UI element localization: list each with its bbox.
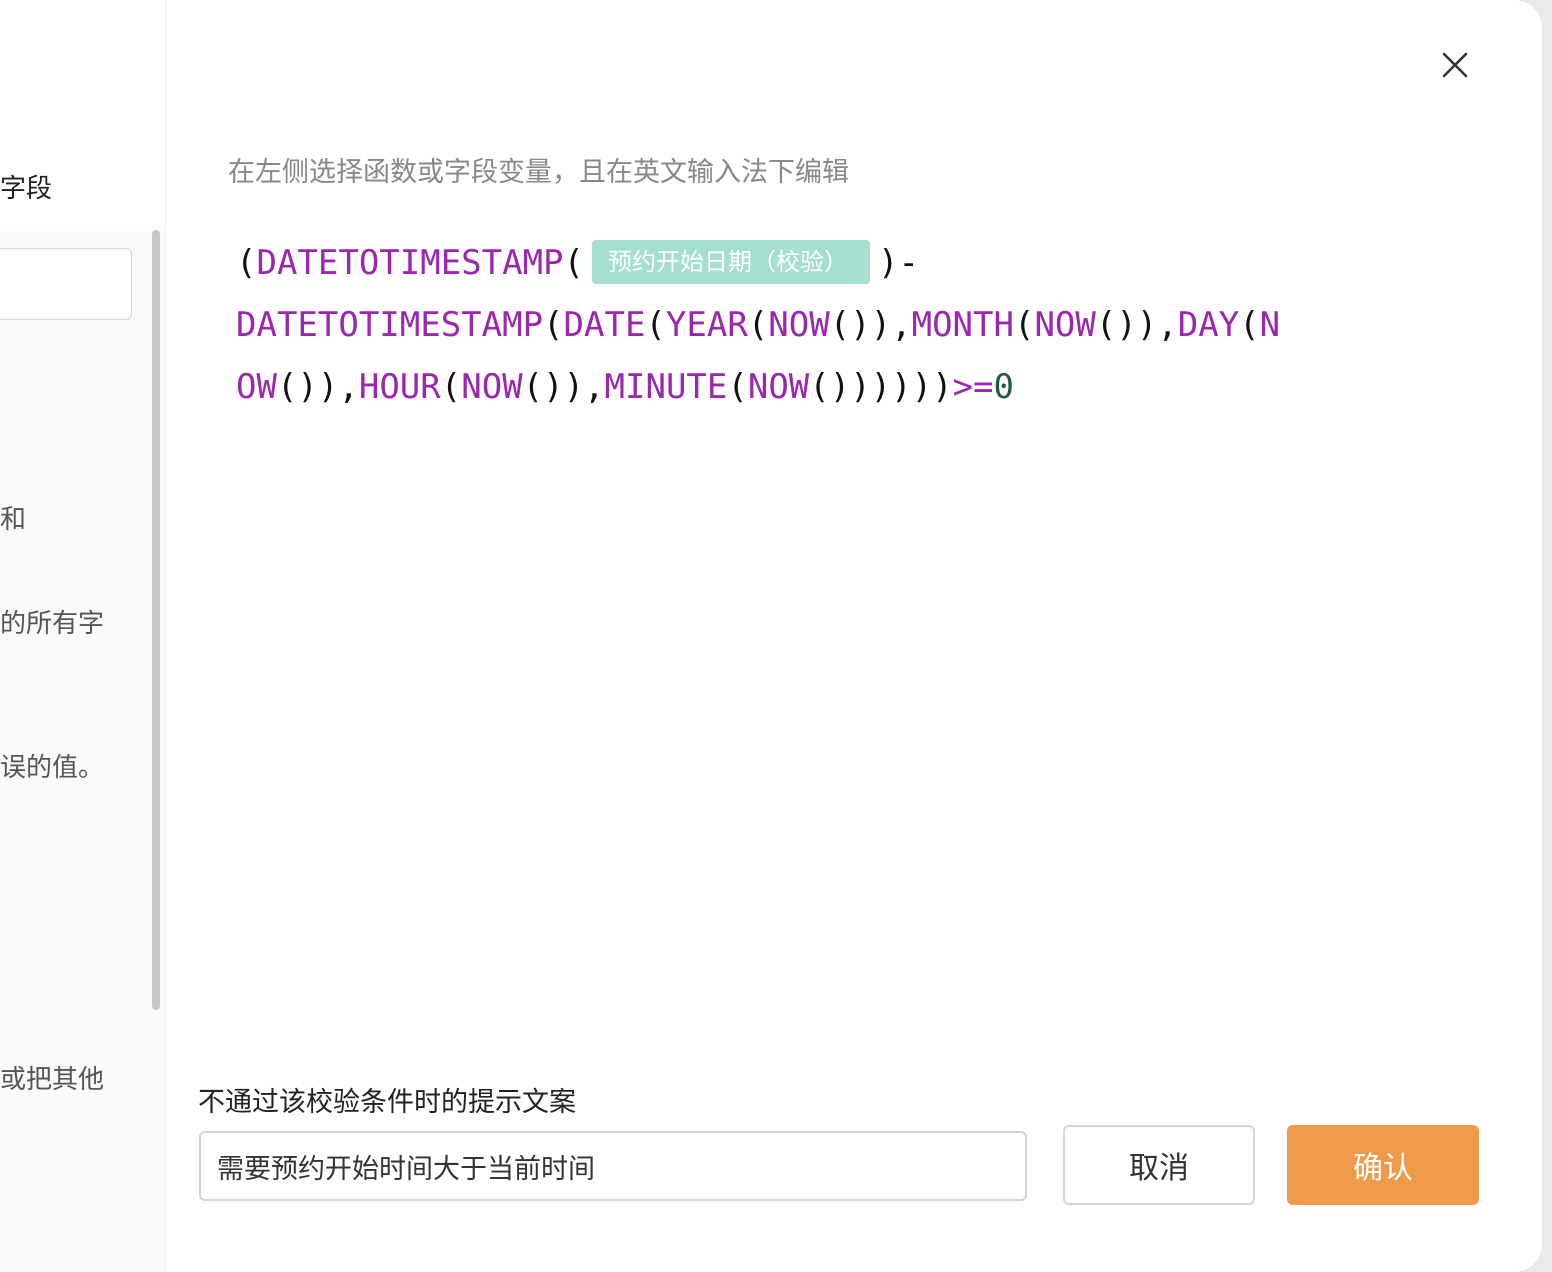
formula-token: (	[1239, 305, 1260, 345]
formula-function: HOUR	[358, 367, 441, 407]
left-desc-1: 和	[0, 505, 27, 535]
close-button[interactable]	[1432, 42, 1478, 88]
left-desc-4: 或把其他	[0, 1065, 105, 1095]
confirm-button[interactable]: 确认	[1287, 1125, 1479, 1205]
formula-token: (	[645, 305, 666, 345]
formula-token: (	[440, 367, 462, 407]
left-panel-title: 字段	[0, 174, 53, 204]
formula-function: NOW	[768, 305, 830, 345]
formula-function: MONTH	[911, 305, 1014, 345]
formula-dialog: 字段 和 的所有字 误的值。 或把其他 在左侧选择函数或字段变量，且在英文输入法…	[0, 0, 1542, 1272]
formula-token: ()),	[1095, 305, 1178, 345]
formula-function: MINUTE	[604, 367, 728, 407]
formula-token: (	[747, 305, 769, 345]
formula-line-1: (DATETOTIMESTAMP(预约开始日期（校验）)-	[236, 232, 1476, 294]
left-desc-2: 的所有字	[0, 609, 105, 639]
formula-function: OW	[236, 367, 277, 407]
formula-function: DATETOTIMESTAMP	[236, 305, 544, 345]
formula-function: NOW	[747, 367, 810, 407]
formula-token: ())))))	[809, 367, 953, 407]
formula-line-2: DATETOTIMESTAMP(DATE(YEAR(NOW()),MONTH(N…	[236, 294, 1476, 356]
formula-token: (	[236, 243, 257, 283]
error-message-label: 不通过该校验条件时的提示文案	[198, 1087, 576, 1118]
formula-number: 0	[993, 367, 1014, 407]
formula-token: (	[543, 305, 564, 345]
left-search-input[interactable]	[0, 248, 132, 320]
left-panel: 字段 和 的所有字 误的值。 或把其他	[0, 0, 166, 1272]
formula-token: (	[563, 243, 585, 283]
field-variable-chip[interactable]: 预约开始日期（校验）	[592, 239, 871, 284]
close-icon	[1442, 52, 1468, 78]
formula-operator: -	[898, 243, 919, 283]
formula-token: (	[727, 367, 748, 407]
cancel-button[interactable]: 取消	[1063, 1125, 1255, 1205]
formula-token: (	[1013, 305, 1035, 345]
formula-editor[interactable]: (DATETOTIMESTAMP(预约开始日期（校验）)- DATETOTIME…	[236, 232, 1476, 418]
formula-function: NOW	[461, 367, 523, 407]
editor-hint: 在左侧选择函数或字段变量，且在英文输入法下编辑	[228, 157, 849, 188]
formula-token: )	[878, 243, 899, 283]
formula-function: N	[1259, 305, 1281, 345]
formula-token: ()),	[522, 367, 605, 407]
left-panel-scrollbar[interactable]	[152, 230, 160, 1010]
formula-function: DAY	[1177, 305, 1240, 345]
formula-line-3: OW()),HOUR(NOW()),MINUTE(NOW())))))>=0	[236, 356, 1476, 418]
formula-function: YEAR	[665, 305, 748, 345]
left-desc-3: 误的值。	[0, 753, 105, 783]
formula-token: ()),	[276, 367, 359, 407]
formula-function: NOW	[1034, 305, 1096, 345]
formula-operator: >=	[952, 367, 994, 407]
error-message-input[interactable]	[199, 1131, 1027, 1201]
formula-function: DATETOTIMESTAMP	[256, 243, 564, 283]
formula-function: DATE	[563, 305, 646, 345]
formula-token: ()),	[829, 305, 912, 345]
